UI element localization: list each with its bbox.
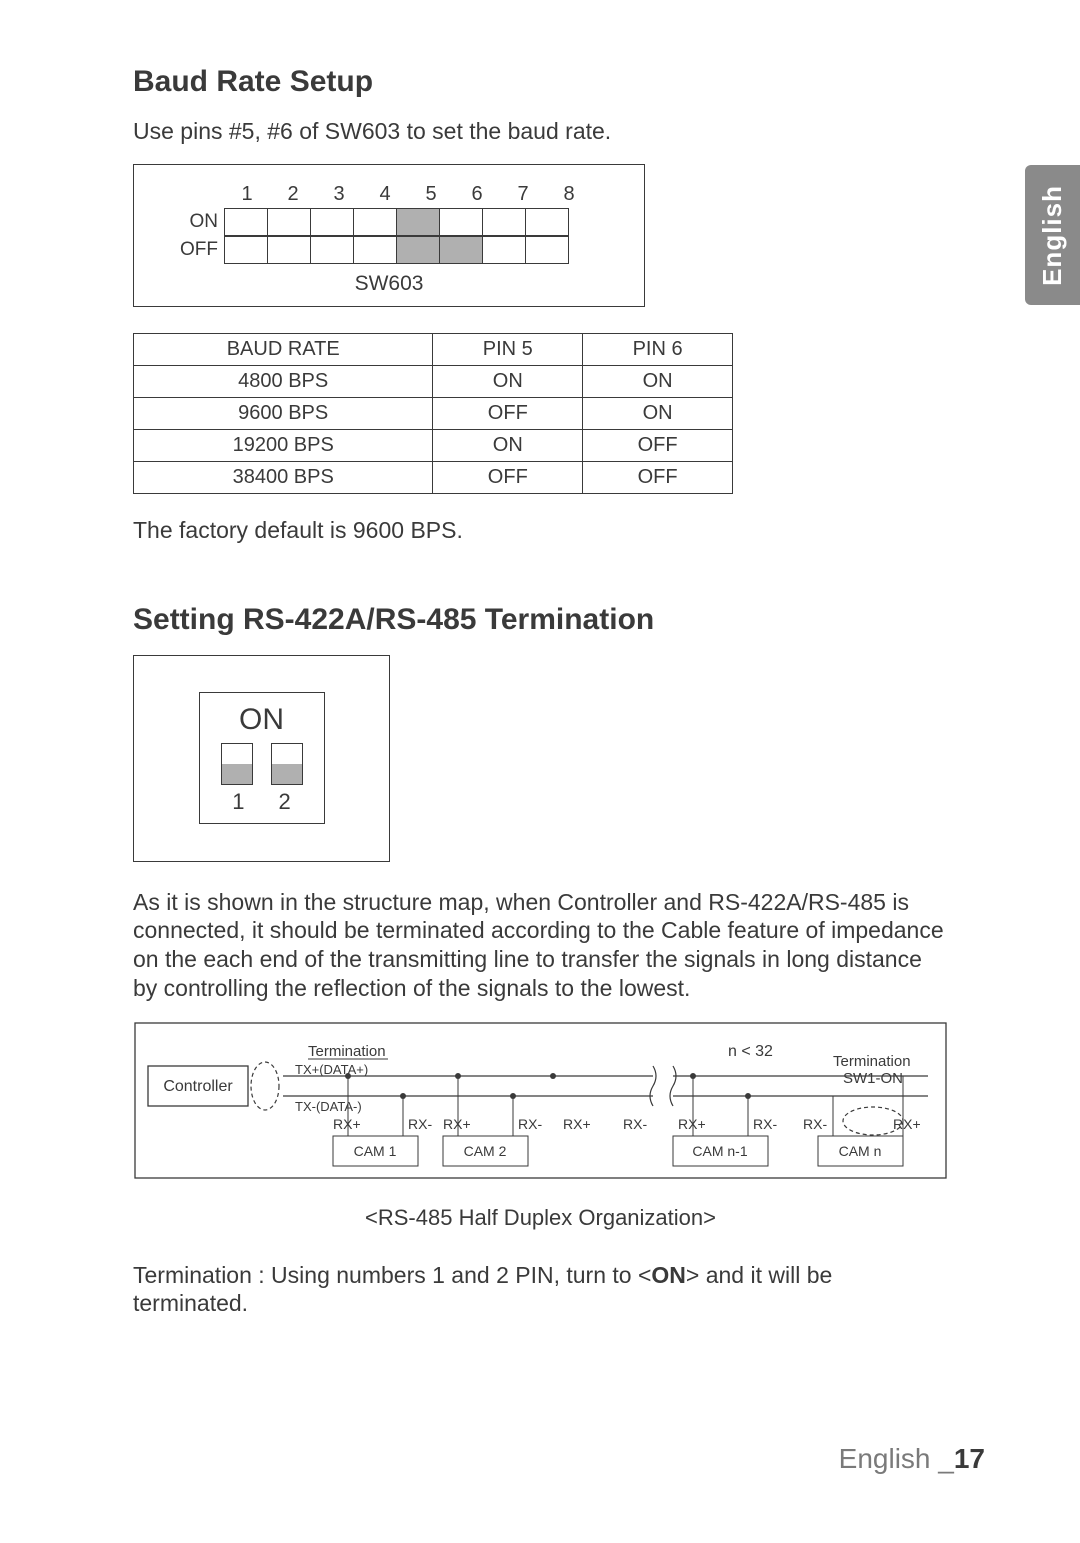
dip-caption: SW603 — [154, 272, 624, 296]
table-cell: ON — [433, 429, 583, 461]
termination-paragraph: As it is shown in the structure map, whe… — [133, 888, 948, 1003]
dip-num: 5 — [408, 183, 454, 206]
svg-text:RX-: RX- — [408, 1116, 432, 1132]
diagram-sw1-on: SW1-ON — [843, 1070, 903, 1087]
table-cell: 19200 BPS — [134, 429, 433, 461]
table-cell: OFF — [433, 461, 583, 493]
table-cell: OFF — [433, 397, 583, 429]
table-cell: 9600 BPS — [134, 397, 433, 429]
dip-cell — [225, 208, 268, 235]
dip-num: 7 — [500, 183, 546, 206]
dip-cell — [483, 208, 526, 235]
footer-page-number: 17 — [954, 1443, 985, 1474]
dip-cell — [397, 208, 440, 235]
dip-cell — [526, 236, 569, 263]
svg-text:CAM 1: CAM 1 — [354, 1143, 397, 1159]
footer-language: English _ — [839, 1443, 954, 1474]
termination-pin-note-bold: ON — [651, 1262, 686, 1288]
dip-off-row — [224, 236, 569, 264]
termination-switch-num: 1 — [232, 789, 244, 815]
diagram-termination-right: Termination — [833, 1053, 911, 1070]
dip-cell — [354, 236, 397, 263]
language-side-tab-label: English — [1037, 185, 1068, 286]
svg-text:RX+: RX+ — [678, 1116, 706, 1132]
svg-text:RX+: RX+ — [893, 1116, 921, 1132]
rs485-diagram: Controller Termination TX+(DATA+) TX-(DA… — [133, 1021, 948, 1231]
dip-cell — [268, 236, 311, 263]
dip-cell — [397, 236, 440, 263]
dip-num: 4 — [362, 183, 408, 206]
dip-on-label: ON — [154, 211, 224, 233]
dip-cell — [268, 208, 311, 235]
svg-text:CAM 2: CAM 2 — [464, 1143, 507, 1159]
dip-cell — [354, 208, 397, 235]
svg-text:RX-: RX- — [753, 1116, 777, 1132]
svg-text:RX+: RX+ — [563, 1116, 591, 1132]
termination-switch-1-icon — [221, 743, 253, 785]
table-header: PIN 5 — [433, 333, 583, 365]
heading-termination: Setting RS-422A/RS-485 Termination — [133, 603, 948, 637]
table-cell: 4800 BPS — [134, 365, 433, 397]
table-row: 4800 BPSONON — [134, 365, 733, 397]
dip-num: 3 — [316, 183, 362, 206]
svg-text:CAM n: CAM n — [839, 1143, 882, 1159]
table-cell: ON — [583, 365, 733, 397]
dip-num: 1 — [224, 183, 270, 206]
svg-text:RX+: RX+ — [443, 1116, 471, 1132]
diagram-cam2: RX+ RX- CAM 2 — [443, 1076, 542, 1166]
table-cell: ON — [433, 365, 583, 397]
dip-numbers-row: 1 2 3 4 5 6 7 8 — [224, 183, 624, 206]
dip-cell — [440, 208, 483, 235]
rs485-caption: <RS-485 Half Duplex Organization> — [133, 1205, 948, 1231]
diagram-controller-label: Controller — [163, 1078, 233, 1095]
heading-baud-rate: Baud Rate Setup — [133, 65, 948, 99]
dip-cell — [225, 236, 268, 263]
dip-cell — [440, 236, 483, 263]
svg-text:RX-: RX- — [803, 1116, 827, 1132]
page-footer: English _17 — [839, 1443, 985, 1475]
table-cell: OFF — [583, 429, 733, 461]
termination-switch-figure: ON 1 2 — [133, 655, 390, 862]
svg-text:RX-: RX- — [623, 1116, 647, 1132]
diagram-cam-n: RX- RX+ CAM n — [803, 1076, 921, 1166]
diagram-txminus: TX-(DATA-) — [295, 1099, 362, 1114]
svg-text:CAM n-1: CAM n-1 — [692, 1143, 747, 1159]
diagram-cam1: RX+ RX- CAM 1 — [333, 1076, 432, 1166]
table-row: 9600 BPSOFFON — [134, 397, 733, 429]
diagram-n-lt-32: n < 32 — [728, 1043, 773, 1060]
termination-on-label: ON — [200, 703, 324, 737]
baud-rate-table: BAUD RATEPIN 5PIN 6 4800 BPSONON9600 BPS… — [133, 333, 733, 494]
diagram-cam-n-1: RX+ RX- CAM n-1 — [673, 1076, 777, 1166]
baud-rate-default-note: The factory default is 9600 BPS. — [133, 516, 948, 545]
table-header: PIN 6 — [583, 333, 733, 365]
dip-num: 6 — [454, 183, 500, 206]
dip-cell — [483, 236, 526, 263]
dip-cell — [526, 208, 569, 235]
svg-text:RX+: RX+ — [333, 1116, 361, 1132]
table-header: BAUD RATE — [134, 333, 433, 365]
baud-rate-intro: Use pins #5, #6 of SW603 to set the baud… — [133, 117, 948, 146]
termination-switch-num: 2 — [279, 789, 291, 815]
dip-num: 8 — [546, 183, 592, 206]
svg-text:RX-: RX- — [518, 1116, 542, 1132]
diagram-txplus: TX+(DATA+) — [295, 1062, 368, 1077]
dip-off-label: OFF — [154, 239, 224, 261]
table-cell: 38400 BPS — [134, 461, 433, 493]
dip-on-row — [224, 208, 569, 236]
termination-pin-note: Termination : Using numbers 1 and 2 PIN,… — [133, 1261, 948, 1319]
dip-num: 2 — [270, 183, 316, 206]
language-side-tab: English — [1025, 165, 1080, 305]
termination-switch-2-icon — [271, 743, 303, 785]
diagram-termination-left: Termination — [308, 1043, 386, 1060]
table-row: 38400 BPSOFFOFF — [134, 461, 733, 493]
dip-switch-sw603-figure: 1 2 3 4 5 6 7 8 ON OFF SW603 — [133, 164, 645, 307]
table-cell: ON — [583, 397, 733, 429]
table-cell: OFF — [583, 461, 733, 493]
termination-pin-note-prefix: Termination : Using numbers 1 and 2 PIN,… — [133, 1262, 651, 1288]
table-row: 19200 BPSONOFF — [134, 429, 733, 461]
dip-cell — [311, 208, 354, 235]
dip-cell — [311, 236, 354, 263]
